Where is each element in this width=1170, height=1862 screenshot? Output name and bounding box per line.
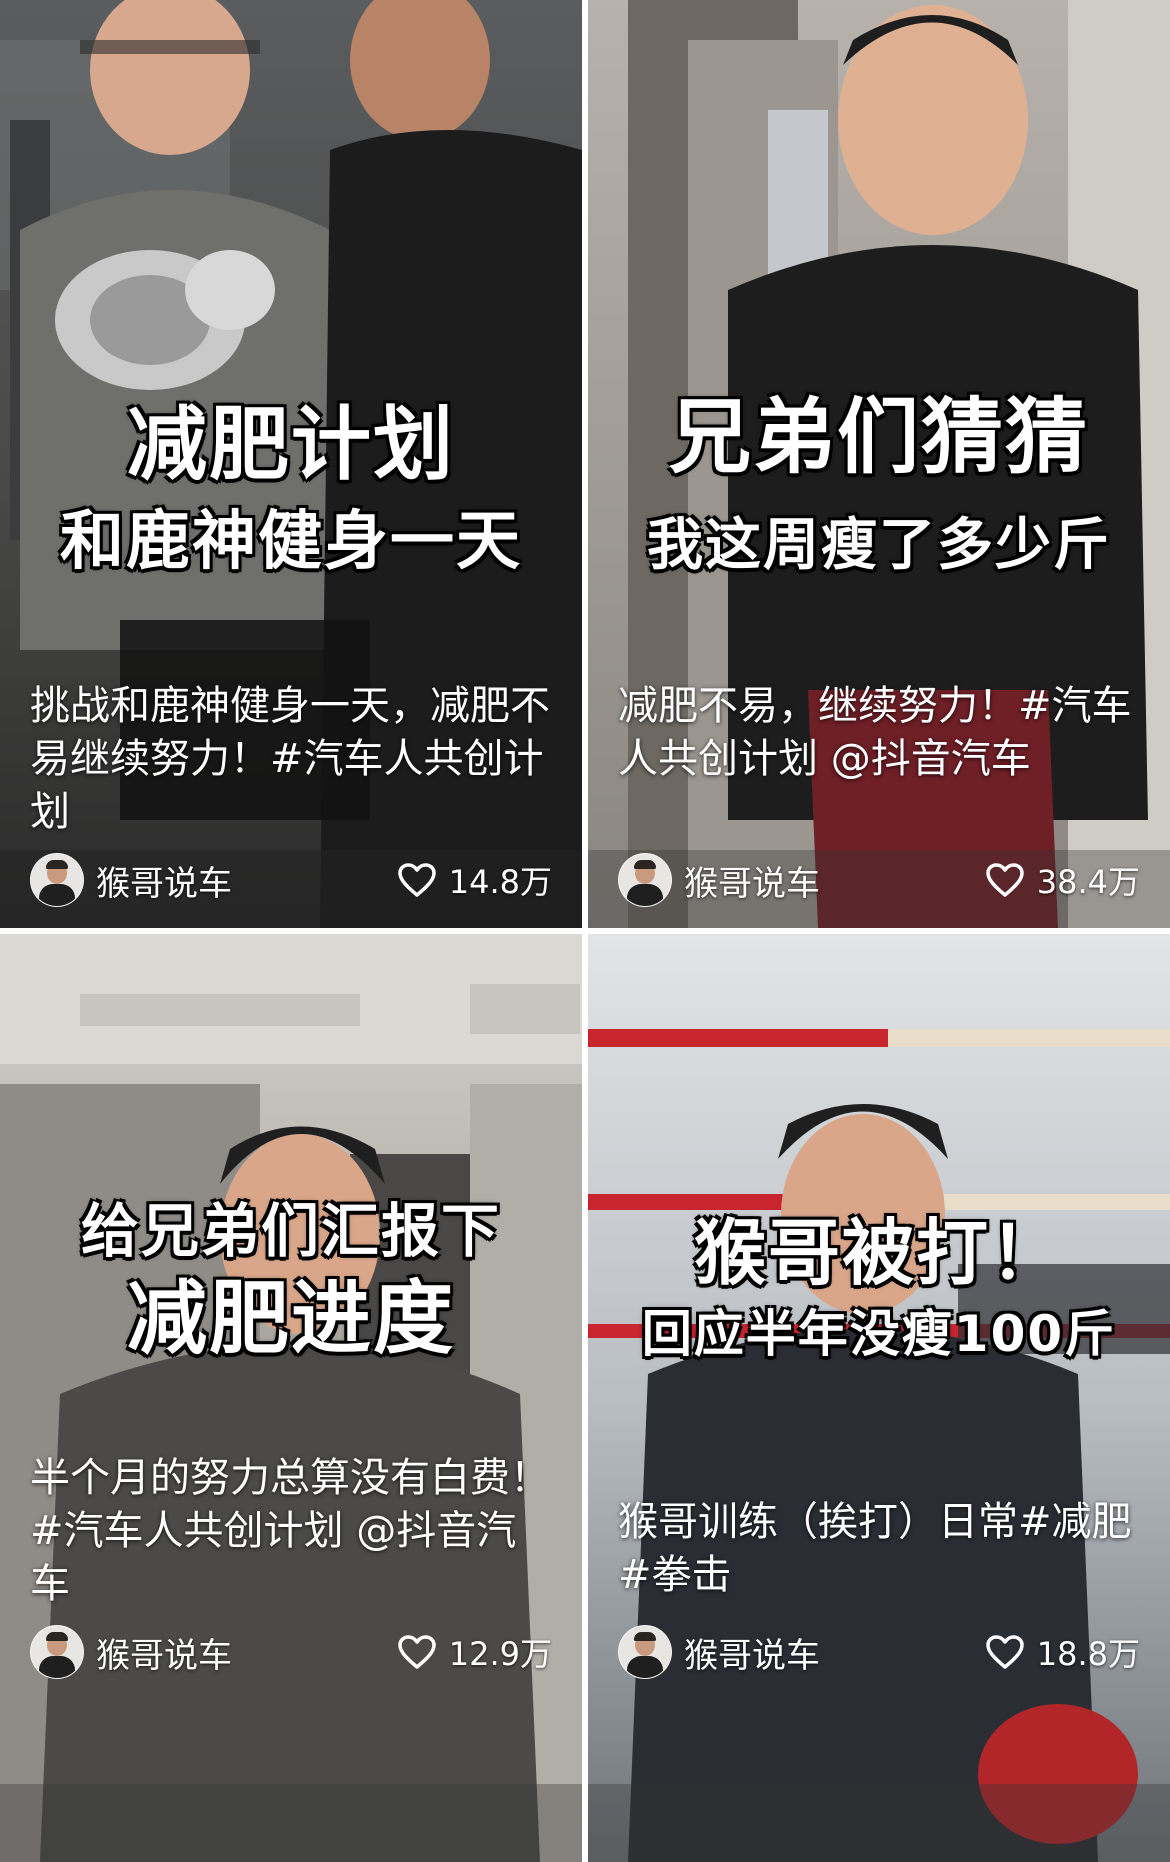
heart-outline-icon[interactable]	[985, 1634, 1025, 1670]
video-thumbnail-4	[588, 934, 1170, 1862]
video-card-4[interactable]: 猴哥被打！ 回应半年没瘦100斤 猴哥训练（挨打）日常#减肥 #拳击 猴哥说车 …	[588, 934, 1170, 1862]
overlay-title-line-1: 减肥计划	[127, 398, 455, 491]
overlay-title-line-2: 减肥进度	[127, 1272, 455, 1365]
heart-outline-icon[interactable]	[985, 862, 1025, 898]
video-thumbnail-3	[0, 934, 582, 1862]
like-count-text: 38.4万	[1036, 863, 1140, 901]
avatar-icon[interactable]	[618, 1625, 672, 1679]
card-footer: 猴哥说车 38.4万	[618, 852, 1140, 908]
author-info[interactable]: 猴哥说车	[618, 853, 820, 907]
video-card-3[interactable]: 给兄弟们汇报下 减肥进度 半个月的努力总算没有白费！#汽车人共创计划 @抖音汽车…	[0, 934, 582, 1862]
like-count[interactable]: 12.9万	[397, 1629, 552, 1675]
overlay-title-line-1: 兄弟们猜猜	[668, 390, 1089, 485]
author-info[interactable]: 猴哥说车	[30, 853, 232, 907]
video-caption: 猴哥训练（挨打）日常#减肥 #拳击	[618, 1499, 1132, 1598]
like-count-text: 14.8万	[448, 863, 552, 901]
video-caption: 半个月的努力总算没有白费！#汽车人共创计划 @抖音汽车	[30, 1455, 550, 1607]
like-count[interactable]: 18.8万	[985, 1629, 1140, 1675]
author-name[interactable]: 猴哥说车	[96, 1628, 232, 1677]
overlay-title-line-2: 和鹿神健身一天	[60, 505, 522, 579]
like-count[interactable]: 38.4万	[985, 857, 1140, 903]
like-count-text: 12.9万	[448, 1635, 552, 1673]
author-info[interactable]: 猴哥说车	[30, 1625, 232, 1679]
avatar-icon[interactable]	[30, 853, 84, 907]
overlay-title-line-1: 猴哥被打！	[693, 1211, 1064, 1295]
author-name[interactable]: 猴哥说车	[96, 856, 232, 905]
video-caption: 减肥不易，继续努力！#汽车人共创计划 @抖音汽车	[618, 683, 1132, 782]
overlay-title-line-2: 我这周瘦了多少斤	[647, 513, 1111, 578]
heart-outline-icon[interactable]	[397, 1634, 437, 1670]
card-footer: 猴哥说车 18.8万	[618, 1624, 1140, 1680]
avatar-icon[interactable]	[618, 853, 672, 907]
video-card-1[interactable]: 减肥计划 和鹿神健身一天 挑战和鹿神健身一天，减肥不易继续努力！#汽车人共创计划…	[0, 0, 582, 928]
heart-outline-icon[interactable]	[397, 862, 437, 898]
avatar-icon[interactable]	[30, 1625, 84, 1679]
video-card-2[interactable]: 兄弟们猜猜 我这周瘦了多少斤 减肥不易，继续努力！#汽车人共创计划 @抖音汽车 …	[588, 0, 1170, 928]
card-footer: 猴哥说车 14.8万	[30, 852, 552, 908]
author-name[interactable]: 猴哥说车	[684, 856, 820, 905]
like-count-text: 18.8万	[1036, 1635, 1140, 1673]
overlay-title-line-2: 回应半年没瘦100斤	[641, 1305, 1117, 1363]
author-name[interactable]: 猴哥说车	[684, 1628, 820, 1677]
video-feed-grid: 减肥计划 和鹿神健身一天 挑战和鹿神健身一天，减肥不易继续努力！#汽车人共创计划…	[0, 0, 1170, 1862]
author-info[interactable]: 猴哥说车	[618, 1625, 820, 1679]
card-footer: 猴哥说车 12.9万	[30, 1624, 552, 1680]
like-count[interactable]: 14.8万	[397, 857, 552, 903]
video-caption: 挑战和鹿神健身一天，减肥不易继续努力！#汽车人共创计划	[30, 683, 550, 835]
